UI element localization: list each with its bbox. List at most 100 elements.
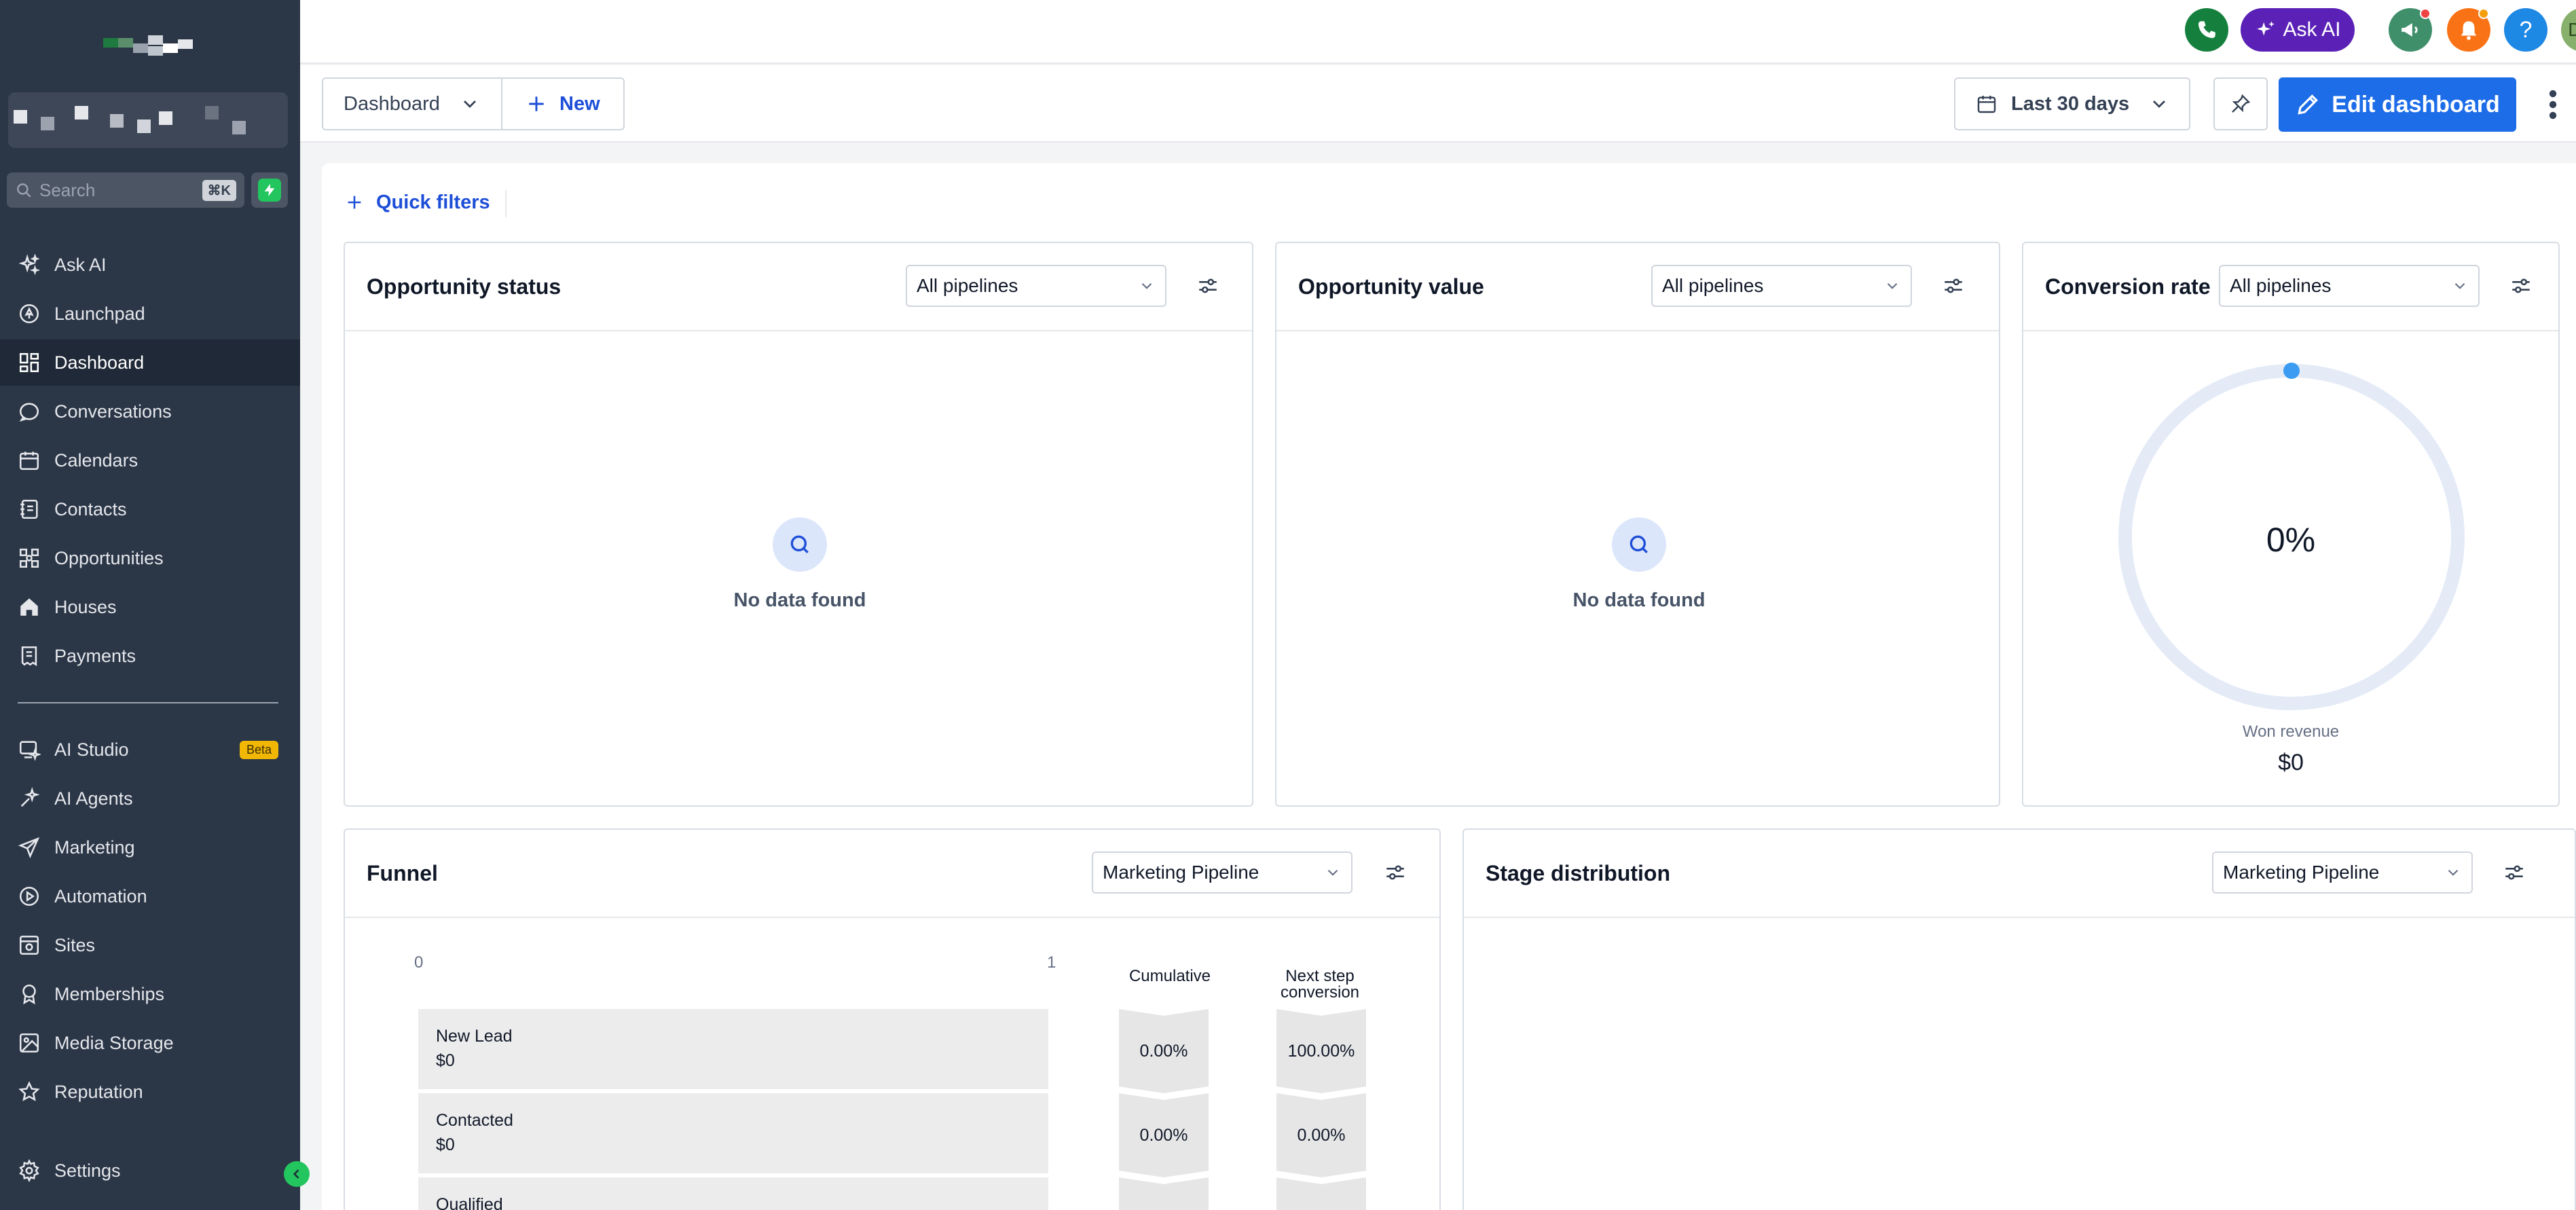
- pipeline-select-value: All pipelines: [1662, 275, 1764, 296]
- notifications-button[interactable]: [2447, 8, 2490, 52]
- help-button[interactable]: ?: [2504, 8, 2547, 52]
- sidebar-item-media-storage[interactable]: Media Storage: [0, 1020, 300, 1066]
- ask-ai-button[interactable]: Ask AI: [2241, 8, 2355, 52]
- sidebar-item-label: AI Studio: [54, 739, 129, 760]
- sidebar-item-ask-ai[interactable]: Ask AI: [0, 242, 300, 288]
- sidebar-item-settings[interactable]: Settings: [0, 1148, 300, 1194]
- new-label: New: [559, 92, 600, 115]
- settings-sliders-icon[interactable]: [1196, 274, 1219, 297]
- sidebar-search[interactable]: Search ⌘K: [7, 172, 244, 208]
- next-step-cell: [1276, 1177, 1366, 1210]
- settings-sliders-icon[interactable]: [2503, 861, 2526, 884]
- quick-action-button[interactable]: [251, 172, 288, 208]
- sidebar-item-contacts[interactable]: Contacts: [0, 486, 300, 532]
- widget-header: Opportunity status All pipelines: [345, 243, 1252, 331]
- notification-dot: [2478, 8, 2489, 19]
- empty-state-text: No data found: [1572, 589, 1706, 611]
- empty-state: No data found: [1503, 517, 1775, 612]
- funnel-stage: Qualified: [418, 1177, 1048, 1210]
- empty-state: No data found: [664, 517, 936, 612]
- quick-filters-button[interactable]: Quick filters: [345, 189, 490, 216]
- sidebar-item-label: Reputation: [54, 1081, 143, 1102]
- settings-sliders-icon[interactable]: [2509, 274, 2533, 297]
- widget-header: Conversion rate All pipelines: [2023, 243, 2558, 331]
- image-icon: [19, 1033, 39, 1053]
- empty-search-icon: [773, 517, 827, 572]
- sparkle-icon: [18, 253, 41, 276]
- sidebar-item-conversations[interactable]: Conversations: [0, 388, 300, 435]
- next-step-cell: 100.00%: [1276, 1009, 1366, 1093]
- calendar-icon: [19, 452, 39, 471]
- phone-button[interactable]: [2185, 8, 2228, 52]
- sidebar-item-reputation[interactable]: Reputation: [0, 1069, 300, 1115]
- next-step-header: Next step conversion: [1280, 967, 1360, 1002]
- funnel-stage-name: Qualified: [436, 1195, 503, 1210]
- chevron-down-icon: [2454, 282, 2465, 289]
- ai-agents-icon: [20, 787, 40, 807]
- pin-button[interactable]: [2213, 77, 2268, 130]
- sidebar-item-ai-agents[interactable]: AI Agents: [0, 775, 300, 822]
- sidebar-item-calendars[interactable]: Calendars: [0, 437, 300, 483]
- opportunity-status-widget: Opportunity status All pipelines No data…: [344, 242, 1253, 807]
- conversion-rate-value: 0%: [2266, 521, 2316, 559]
- send-icon: [18, 837, 40, 859]
- megaphone-icon: [2402, 23, 2418, 37]
- search-placeholder: Search: [39, 179, 96, 200]
- grid-icon: [19, 352, 39, 373]
- sidebar-item-ai-studio[interactable]: AI Studio Beta: [0, 727, 300, 773]
- pipeline-select[interactable]: Marketing Pipeline: [1092, 851, 1353, 894]
- sidebar-item-houses[interactable]: Houses: [0, 584, 300, 630]
- sidebar-item-label: Sites: [54, 934, 96, 955]
- dashboard-selector[interactable]: Dashboard: [322, 77, 502, 130]
- sidebar-item-label: Dashboard: [54, 352, 145, 373]
- date-range-picker[interactable]: Last 30 days: [1954, 77, 2190, 130]
- rocket-icon: [19, 304, 39, 324]
- edit-dashboard-label: Edit dashboard: [2332, 91, 2500, 117]
- search-icon: [17, 183, 31, 198]
- sidebar-item-opportunities[interactable]: Opportunities: [0, 535, 300, 581]
- sparkle-icon: [2257, 21, 2275, 36]
- company-logo[interactable]: [95, 33, 197, 57]
- funnel-stage: New Lead $0: [418, 1009, 1048, 1089]
- pipeline-select[interactable]: Marketing Pipeline: [2212, 851, 2473, 894]
- sidebar-item-automation[interactable]: Automation: [0, 873, 300, 919]
- sidebar-item-label: Payments: [54, 645, 136, 666]
- avatar[interactable]: DM: [2561, 8, 2576, 52]
- settings-sliders-icon[interactable]: [1384, 861, 1407, 884]
- sidebar-item-payments[interactable]: Payments: [0, 633, 300, 679]
- sidebar-item-sites[interactable]: Sites: [0, 922, 300, 968]
- sidebar-item-marketing[interactable]: Marketing: [0, 824, 300, 870]
- search-shortcut: ⌘K: [202, 179, 236, 201]
- widget-header: Stage distribution Marketing Pipeline: [1464, 830, 2575, 918]
- more-options-icon[interactable]: [2545, 88, 2561, 121]
- gear-icon: [19, 1159, 39, 1182]
- account-switcher[interactable]: [8, 92, 288, 148]
- sidebar-collapse-button[interactable]: [284, 1161, 310, 1187]
- house-icon: [20, 598, 38, 616]
- widget-title: Opportunity value: [1298, 274, 1484, 299]
- funnel-stage: Contacted $0: [418, 1093, 1048, 1173]
- sidebar-item-launchpad[interactable]: Launchpad: [0, 291, 300, 337]
- announcement-dot: [2420, 8, 2431, 19]
- pipeline-select[interactable]: All pipelines: [906, 265, 1166, 307]
- pipeline-select[interactable]: All pipelines: [2219, 265, 2480, 307]
- edit-dashboard-button[interactable]: Edit dashboard: [2279, 77, 2516, 132]
- widget-header: Funnel Marketing Pipeline: [345, 830, 1439, 918]
- bell-icon: [2461, 21, 2477, 40]
- sidebar-item-memberships[interactable]: Memberships: [0, 971, 300, 1017]
- pipeline-select[interactable]: All pipelines: [1651, 265, 1912, 307]
- pipeline-select-value: Marketing Pipeline: [2223, 862, 2380, 883]
- sidebar-item-label: Opportunities: [54, 547, 164, 568]
- sidebar-item-label: AI Agents: [54, 788, 133, 809]
- new-dashboard-button[interactable]: New: [501, 77, 625, 130]
- stage-distribution-widget: Stage distribution Marketing Pipeline: [1462, 828, 2576, 1210]
- quick-filters-label: Quick filters: [376, 191, 490, 213]
- sidebar: Search ⌘K Ask AI Launchpad Dashboard Con…: [0, 0, 300, 1210]
- settings-sliders-icon[interactable]: [1942, 274, 1965, 297]
- sidebar-item-dashboard[interactable]: Dashboard: [0, 340, 300, 386]
- widget-title: Funnel: [367, 861, 438, 885]
- chevron-down-icon: [464, 100, 476, 108]
- top-header: Ask AI ? DM: [300, 0, 2576, 64]
- announcements-button[interactable]: [2389, 8, 2432, 52]
- phone-icon: [2198, 21, 2215, 39]
